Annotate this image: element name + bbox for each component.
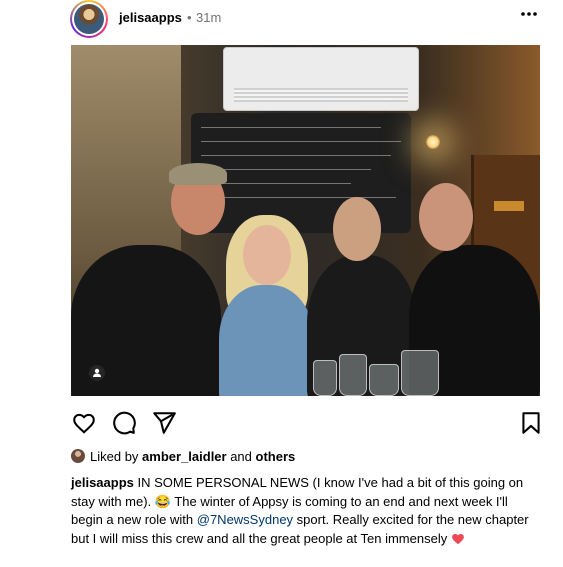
caption-username[interactable]: jelisaapps bbox=[71, 475, 134, 490]
heart-icon[interactable] bbox=[71, 410, 97, 436]
person-hair bbox=[169, 163, 227, 185]
air-conditioner bbox=[223, 47, 419, 111]
glass bbox=[369, 364, 399, 396]
caption-mention[interactable]: @7NewsSydney bbox=[197, 512, 293, 527]
person-head bbox=[333, 197, 381, 261]
profile-avatar[interactable] bbox=[70, 0, 108, 38]
chalk-line bbox=[201, 127, 381, 128]
likes-text: Liked by amber_laidler and others bbox=[90, 449, 295, 464]
liker-avatar[interactable] bbox=[71, 449, 85, 463]
glass bbox=[339, 354, 367, 396]
door-plaque bbox=[494, 201, 524, 211]
separator-dot: • bbox=[187, 10, 192, 25]
avatar-image bbox=[74, 4, 104, 34]
chalk-line bbox=[201, 197, 396, 198]
chalk-line bbox=[201, 141, 401, 142]
likes-middle: and bbox=[226, 449, 256, 464]
post-username[interactable]: jelisaapps bbox=[119, 10, 182, 25]
wall-lamp bbox=[426, 135, 440, 149]
chalk-line bbox=[201, 169, 371, 170]
person-body bbox=[219, 285, 314, 396]
post-time: 31m bbox=[196, 10, 222, 25]
user-tag-icon[interactable] bbox=[89, 365, 105, 381]
glass bbox=[401, 350, 439, 396]
person-head bbox=[243, 225, 291, 285]
instagram-post: jelisaapps • 31m Liked by amber_laidler … bbox=[0, 0, 563, 567]
comment-icon[interactable] bbox=[111, 410, 137, 436]
likes-row: Liked by amber_laidler and others bbox=[71, 449, 540, 467]
ac-vent bbox=[234, 88, 408, 102]
likes-others-link[interactable]: others bbox=[256, 449, 296, 464]
post-actions bbox=[71, 410, 540, 436]
post-header: jelisaapps • 31m bbox=[70, 0, 550, 38]
post-caption: jelisaapps IN SOME PERSONAL NEWS (I know… bbox=[71, 474, 531, 548]
post-photo[interactable] bbox=[71, 45, 540, 396]
more-horizontal-icon[interactable] bbox=[519, 4, 539, 29]
red-heart-emoji-icon bbox=[451, 532, 465, 546]
person-head bbox=[419, 183, 473, 251]
bookmark-icon[interactable] bbox=[518, 410, 544, 436]
liker-username[interactable]: amber_laidler bbox=[142, 449, 227, 464]
chalk-line bbox=[201, 155, 391, 156]
likes-prefix: Liked by bbox=[90, 449, 143, 464]
glass bbox=[313, 360, 337, 396]
send-icon[interactable] bbox=[151, 410, 177, 436]
avatar-border bbox=[72, 2, 106, 36]
